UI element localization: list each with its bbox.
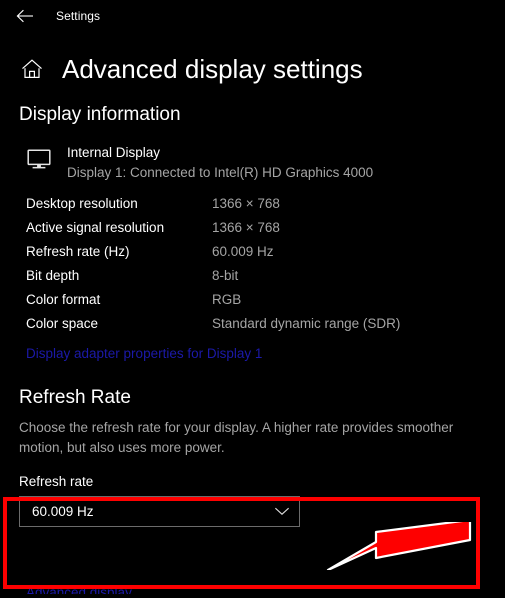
table-row: Desktop resolution 1366 × 768 (26, 196, 505, 220)
spec-label: Color space (26, 316, 99, 332)
back-button[interactable] (10, 3, 40, 29)
table-row: Color space Standard dynamic range (SDR) (26, 316, 505, 340)
table-row: Active signal resolution 1366 × 768 (26, 220, 505, 244)
display-subtitle: Display 1: Connected to Intel(R) HD Grap… (67, 165, 374, 181)
spec-value: 1366 × 768 (212, 220, 280, 236)
spec-label: Color format (26, 292, 101, 308)
refresh-rate-dropdown[interactable]: 60.009 Hz (19, 496, 300, 528)
display-spec-table: Desktop resolution 1366 × 768 Active sig… (0, 196, 505, 340)
spec-value: 8-bit (212, 268, 239, 284)
table-row: Refresh rate (Hz) 60.009 Hz (26, 244, 505, 268)
refresh-rate-description: Choose the refresh rate for your display… (19, 420, 454, 455)
display-text-block: Internal Display Display 1: Connected to… (67, 144, 373, 182)
spec-label: Active signal resolution (26, 220, 165, 236)
home-icon[interactable] (19, 56, 45, 82)
spec-label: Refresh rate (Hz) (26, 244, 130, 260)
table-row: Color format RGB (26, 292, 505, 316)
table-row: Bit depth 8-bit (26, 268, 505, 292)
display-information-heading: Display information (19, 104, 181, 125)
refresh-rate-selected-value: 60.009 Hz (32, 504, 94, 520)
app-title: Settings (56, 8, 101, 23)
display-identity: Internal Display Display 1: Connected to… (0, 144, 505, 182)
refresh-rate-field-label: Refresh rate (19, 474, 94, 490)
spec-value: 60.009 Hz (212, 244, 274, 260)
spec-label: Bit depth (26, 268, 80, 284)
monitor-icon (26, 147, 52, 173)
back-arrow-icon (16, 9, 34, 23)
pointer-arrow (324, 518, 472, 572)
spec-value: RGB (212, 292, 242, 308)
page-title: Advanced display settings (62, 54, 363, 84)
footer-partial-link[interactable]: Advanced display (26, 585, 132, 594)
page-header: Advanced display settings (0, 49, 505, 89)
title-bar: Settings (0, 0, 505, 31)
display-adapter-properties-link[interactable]: Display adapter properties for Display 1 (0, 346, 262, 361)
spec-value: 1366 × 768 (212, 196, 280, 212)
display-name: Internal Display (67, 144, 161, 160)
chevron-down-icon (274, 503, 290, 521)
spec-label: Desktop resolution (26, 196, 138, 212)
spec-value: Standard dynamic range (SDR) (212, 316, 401, 332)
refresh-rate-heading: Refresh Rate (19, 387, 131, 409)
